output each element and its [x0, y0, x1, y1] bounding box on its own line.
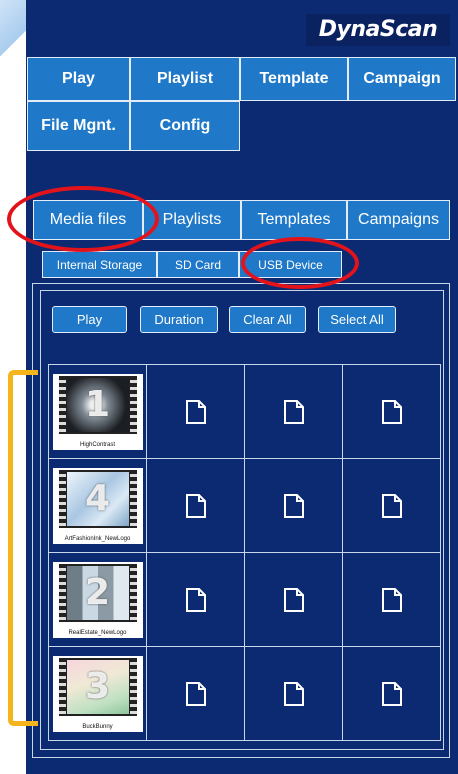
- nav-file-management-button[interactable]: File Mgnt.: [27, 101, 130, 151]
- thumbnail-image: 1: [66, 377, 129, 432]
- thumbnail-image: 4: [66, 471, 129, 526]
- file-icon: [381, 587, 402, 612]
- file-icon: [185, 493, 206, 518]
- nav-campaign-button[interactable]: Campaign: [348, 57, 456, 101]
- tab-templates[interactable]: Templates: [241, 200, 347, 240]
- tab-playlists[interactable]: Playlists: [143, 200, 241, 240]
- media-slot[interactable]: 1 HighContrast: [49, 365, 147, 459]
- media-caption: BuckBunny: [82, 723, 113, 730]
- empty-slot[interactable]: [343, 365, 441, 459]
- empty-slot[interactable]: [147, 553, 245, 647]
- play-button[interactable]: Play: [52, 306, 127, 333]
- film-strip: 4: [58, 469, 137, 528]
- clear-all-button[interactable]: Clear All: [229, 306, 306, 333]
- media-grid: 1 HighContrast 4 ArtFashionInk_NewLogo 2: [48, 364, 441, 741]
- empty-slot[interactable]: [245, 365, 343, 459]
- tab-internal-storage[interactable]: Internal Storage: [42, 251, 157, 278]
- select-all-button[interactable]: Select All: [318, 306, 396, 333]
- media-thumbnail[interactable]: 2 RealEstate_NewLogo: [52, 561, 143, 638]
- film-strip: 3: [58, 657, 137, 716]
- media-caption: ArtFashionInk_NewLogo: [64, 535, 131, 542]
- file-icon: [381, 681, 402, 706]
- file-icon: [185, 681, 206, 706]
- nav-config-button[interactable]: Config: [130, 101, 240, 151]
- tab-media-files[interactable]: Media files: [33, 200, 143, 240]
- media-number: 2: [84, 572, 111, 613]
- tab-usb-device[interactable]: USB Device: [239, 251, 342, 278]
- media-slot[interactable]: 2 RealEstate_NewLogo: [49, 553, 147, 647]
- brand-logo: DynaScan: [306, 14, 450, 46]
- file-icon: [283, 399, 304, 424]
- nav-play-button[interactable]: Play: [27, 57, 130, 101]
- empty-slot[interactable]: [343, 459, 441, 553]
- film-strip: 2: [58, 563, 137, 622]
- file-icon: [283, 681, 304, 706]
- thumbnail-image: 3: [66, 659, 129, 714]
- file-icon: [185, 587, 206, 612]
- media-thumbnail[interactable]: 1 HighContrast: [52, 373, 143, 450]
- empty-slot[interactable]: [147, 365, 245, 459]
- nav-template-button[interactable]: Template: [240, 57, 348, 101]
- media-thumbnail[interactable]: 4 ArtFashionInk_NewLogo: [52, 467, 143, 544]
- media-slot[interactable]: 3 BuckBunny: [49, 647, 147, 741]
- file-icon: [381, 399, 402, 424]
- media-caption: HighContrast: [79, 441, 115, 448]
- media-caption: RealEstate_NewLogo: [68, 629, 127, 636]
- file-icon: [283, 587, 304, 612]
- empty-slot[interactable]: [245, 553, 343, 647]
- media-number: 4: [84, 478, 111, 519]
- tab-campaigns[interactable]: Campaigns: [347, 200, 450, 240]
- empty-slot[interactable]: [245, 459, 343, 553]
- file-icon: [185, 399, 206, 424]
- empty-slot[interactable]: [343, 553, 441, 647]
- film-strip: 1: [58, 375, 137, 434]
- media-number: 1: [84, 384, 111, 425]
- thumbnail-image: 2: [66, 565, 129, 620]
- media-number: 3: [84, 666, 111, 707]
- duration-button[interactable]: Duration: [140, 306, 218, 333]
- media-thumbnail[interactable]: 3 BuckBunny: [52, 655, 143, 732]
- empty-slot[interactable]: [147, 647, 245, 741]
- empty-slot[interactable]: [245, 647, 343, 741]
- highlight-bracket: [8, 370, 38, 726]
- file-icon: [283, 493, 304, 518]
- tab-sd-card[interactable]: SD Card: [157, 251, 239, 278]
- media-slot[interactable]: 4 ArtFashionInk_NewLogo: [49, 459, 147, 553]
- nav-playlist-button[interactable]: Playlist: [130, 57, 240, 101]
- file-icon: [381, 493, 402, 518]
- empty-slot[interactable]: [147, 459, 245, 553]
- empty-slot[interactable]: [343, 647, 441, 741]
